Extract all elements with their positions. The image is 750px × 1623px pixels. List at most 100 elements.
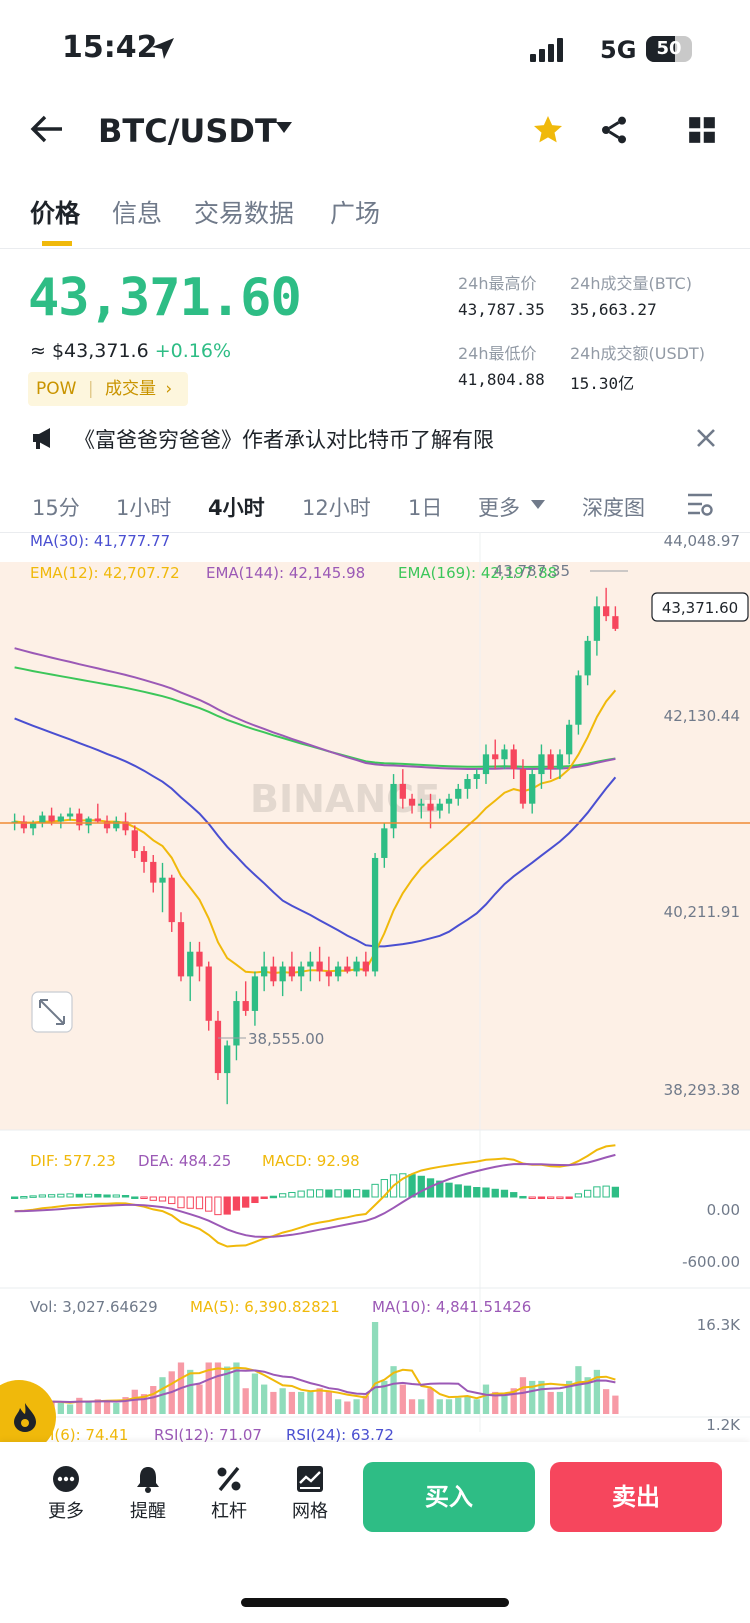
candle — [436, 803, 443, 811]
timeframe-1d[interactable]: 1日 — [408, 492, 442, 522]
volume-bar — [353, 1399, 360, 1414]
candle — [464, 779, 471, 789]
volume-bar — [334, 1399, 342, 1414]
leverage-label: 杠杆 — [211, 1501, 247, 1522]
pow-tag[interactable]: POW | 成交量 › — [28, 372, 188, 406]
sell-button[interactable]: 卖出 — [550, 1462, 722, 1532]
volume-bar — [575, 1366, 582, 1414]
macd-axis-zero: 0.00 — [707, 1201, 740, 1219]
macd-dea-label: DEA: 484.25 — [138, 1152, 231, 1170]
candle — [334, 966, 342, 977]
macd-bar — [232, 1196, 241, 1211]
macd-bar — [510, 1192, 518, 1198]
macd-bar — [112, 1194, 120, 1198]
expand-icon[interactable] — [31, 991, 73, 1033]
volume-bar — [242, 1388, 249, 1414]
volume-bar — [131, 1389, 138, 1414]
timeframe-12h[interactable]: 12小时 — [302, 492, 371, 522]
timeframe-4h[interactable]: 4小时 — [208, 492, 265, 522]
macd-bar — [47, 1194, 56, 1198]
volume-bar — [270, 1391, 277, 1414]
candle — [482, 754, 490, 775]
macd-bar — [251, 1196, 259, 1204]
macd-bar — [574, 1193, 583, 1198]
close-icon[interactable] — [696, 428, 716, 448]
grid-menu-icon[interactable] — [688, 116, 716, 144]
current-price-tag-text: 43,371.60 — [662, 599, 738, 617]
grid-trading-button[interactable]: 网格 — [280, 1465, 340, 1523]
back-arrow-icon[interactable] — [30, 114, 64, 144]
candle — [57, 816, 64, 822]
candle — [371, 857, 379, 972]
candle — [288, 966, 296, 977]
macd-bar — [593, 1186, 601, 1198]
volume-bar — [464, 1395, 471, 1414]
megaphone-icon — [33, 428, 50, 449]
macd-bar — [158, 1196, 167, 1202]
macd-bar — [584, 1189, 592, 1198]
low-marker: 38,555.00 — [248, 1030, 324, 1048]
alert-button[interactable]: 提醒 — [118, 1465, 178, 1523]
caret-down-icon[interactable] — [531, 500, 545, 510]
leverage-button[interactable]: 杠杆 — [199, 1465, 259, 1523]
tab-square[interactable]: 广场 — [330, 194, 380, 230]
volume-bar — [547, 1391, 554, 1414]
percent-icon — [217, 1466, 241, 1492]
volume-bar — [556, 1391, 564, 1414]
candle — [362, 961, 369, 972]
macd-bar — [205, 1196, 213, 1212]
more-button[interactable]: 更多 — [36, 1465, 96, 1523]
timeframe-15m[interactable]: 15分 — [32, 492, 80, 522]
star-icon[interactable] — [532, 114, 564, 146]
grid-trading-icon — [297, 1466, 323, 1492]
rsi12-label: RSI(12): 71.07 — [154, 1426, 262, 1442]
buy-button[interactable]: 买入 — [363, 1462, 535, 1532]
candle — [593, 606, 601, 641]
candle — [473, 774, 480, 780]
stat-value-low: 41,804.88 — [458, 370, 545, 389]
candle — [445, 798, 453, 804]
volume-bar — [307, 1391, 314, 1414]
timeframe-1h[interactable]: 1小时 — [116, 492, 171, 522]
candle — [566, 724, 573, 755]
timeframe-more[interactable]: 更多 — [478, 492, 520, 522]
volume-bar — [455, 1397, 462, 1414]
y-axis-top: 44,048.97 — [664, 532, 740, 550]
rsi24-label: RSI(24): 63.72 — [286, 1426, 394, 1442]
candle — [196, 951, 203, 967]
home-indicator — [241, 1598, 509, 1607]
grid-trading-label: 网格 — [292, 1501, 328, 1522]
depth-chart-tab[interactable]: 深度图 — [582, 492, 645, 522]
macd-bar — [177, 1196, 185, 1209]
kline-chart[interactable]: BINANCE MA(30): 41,777.77 EMA(12): 42,70… — [0, 532, 750, 1442]
tab-price[interactable]: 价格 — [30, 194, 80, 230]
tab-trading-data[interactable]: 交易数据 — [194, 194, 294, 230]
macd-bar — [260, 1196, 268, 1199]
candle — [575, 675, 582, 725]
candle — [325, 971, 333, 977]
candle — [159, 877, 166, 883]
tab-info[interactable]: 信息 — [112, 194, 162, 230]
macd-histogram — [10, 1173, 620, 1216]
macd-bar — [195, 1196, 204, 1210]
candle — [94, 818, 101, 822]
candle — [492, 754, 499, 760]
bell-icon — [137, 1467, 159, 1493]
news-text[interactable]: 《富爸爸穷爸爸》作者承认对比特币了解有限 — [74, 424, 494, 454]
usd-price: ≈ $43,371.6 +0.16% — [30, 340, 231, 362]
candle — [556, 754, 564, 770]
macd-bar — [528, 1196, 536, 1199]
candle — [85, 818, 92, 826]
volume-bar — [288, 1391, 296, 1414]
chart-settings-icon[interactable] — [686, 492, 714, 518]
candle — [214, 1020, 222, 1074]
share-icon[interactable] — [598, 114, 630, 146]
macd-bar — [288, 1191, 296, 1198]
battery-level: 50 — [656, 38, 682, 59]
pair-title[interactable]: BTC/USDT — [98, 112, 277, 150]
stat-label-high: 24h最高价 — [458, 274, 537, 293]
macd-bar — [602, 1185, 610, 1198]
candle — [602, 606, 610, 617]
candle — [29, 823, 37, 829]
caret-down-icon[interactable] — [276, 122, 292, 134]
